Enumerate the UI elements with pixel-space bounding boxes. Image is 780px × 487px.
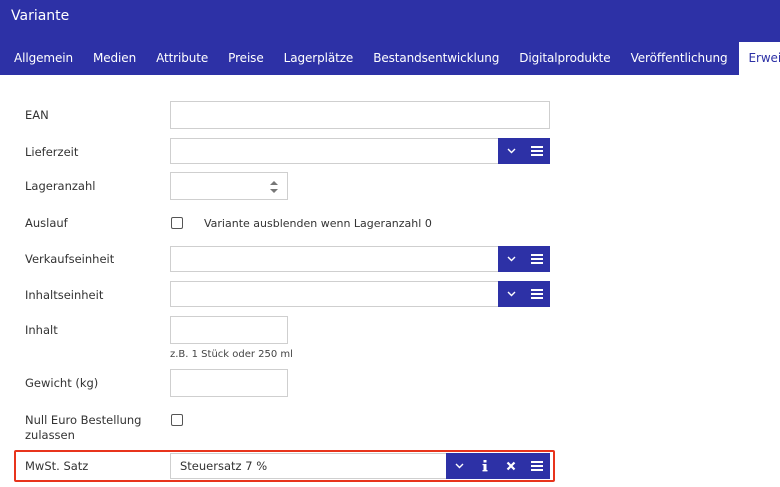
tab-bar: Allgemein Medien Attribute Preise Lagerp… bbox=[4, 42, 780, 75]
tab-lagerplaetze[interactable]: Lagerplätze bbox=[274, 42, 364, 75]
auslauf-label: Auslauf bbox=[25, 216, 68, 230]
list-icon bbox=[531, 289, 543, 299]
list-icon bbox=[531, 254, 543, 264]
auslauf-checkbox-label: Variante ausblenden wenn Lageranzahl 0 bbox=[204, 217, 432, 230]
inhalt-hint: z.B. 1 Stück oder 250 ml bbox=[170, 349, 293, 360]
lieferzeit-list-button[interactable] bbox=[524, 138, 550, 164]
verkaufseinheit-select[interactable] bbox=[170, 246, 550, 272]
lieferzeit-label: Lieferzeit bbox=[25, 145, 79, 159]
lageranzahl-label: Lageranzahl bbox=[25, 179, 96, 193]
inhalt-input[interactable] bbox=[170, 316, 288, 344]
null-euro-checkbox[interactable] bbox=[171, 414, 183, 426]
null-euro-label-line1: Null Euro Bestellung bbox=[25, 413, 142, 427]
list-icon bbox=[531, 146, 543, 156]
mwst-value: Steuersatz 7 % bbox=[180, 459, 268, 473]
close-icon bbox=[506, 461, 516, 471]
chevron-down-icon bbox=[507, 256, 515, 262]
inhalt-label: Inhalt bbox=[25, 323, 58, 337]
tab-preise[interactable]: Preise bbox=[218, 42, 273, 75]
verkaufseinheit-list-button[interactable] bbox=[524, 246, 550, 272]
mwst-select[interactable]: Steuersatz 7 % bbox=[170, 453, 550, 479]
tab-veroeffentlichung[interactable]: Veröffentlichung bbox=[621, 42, 738, 75]
inhaltseinheit-dropdown-button[interactable] bbox=[498, 281, 524, 307]
inhaltseinheit-select[interactable] bbox=[170, 281, 550, 307]
ean-input[interactable] bbox=[170, 101, 550, 129]
mwst-info-button[interactable] bbox=[472, 453, 498, 479]
inhaltseinheit-list-button[interactable] bbox=[524, 281, 550, 307]
list-icon bbox=[531, 461, 543, 471]
inhaltseinheit-label: Inhaltseinheit bbox=[25, 288, 104, 302]
tab-digitalprodukte[interactable]: Digitalprodukte bbox=[509, 42, 620, 75]
auslauf-checkbox[interactable] bbox=[171, 217, 183, 229]
lieferzeit-select[interactable] bbox=[170, 138, 550, 164]
tab-attribute[interactable]: Attribute bbox=[146, 42, 218, 75]
gewicht-input[interactable] bbox=[170, 369, 288, 397]
tab-bestandsentwicklung[interactable]: Bestandsentwicklung bbox=[363, 42, 509, 75]
mwst-list-button[interactable] bbox=[524, 453, 550, 479]
mwst-dropdown-button[interactable] bbox=[446, 453, 472, 479]
verkaufseinheit-label: Verkaufseinheit bbox=[25, 252, 115, 266]
stepper-icon[interactable] bbox=[269, 179, 279, 195]
tab-allgemein[interactable]: Allgemein bbox=[4, 42, 83, 75]
mwst-clear-button[interactable] bbox=[498, 453, 524, 479]
chevron-down-icon bbox=[507, 148, 515, 154]
chevron-down-icon bbox=[455, 463, 463, 469]
window-header: Variante Allgemein Medien Attribute Prei… bbox=[0, 0, 780, 75]
info-icon bbox=[482, 460, 488, 472]
tab-medien[interactable]: Medien bbox=[83, 42, 146, 75]
window-title: Variante bbox=[11, 8, 70, 24]
tab-erweitert[interactable]: Erweitert bbox=[738, 42, 780, 75]
mwst-label: MwSt. Satz bbox=[25, 459, 89, 473]
verkaufseinheit-dropdown-button[interactable] bbox=[498, 246, 524, 272]
chevron-down-icon bbox=[507, 291, 515, 297]
gewicht-label: Gewicht (kg) bbox=[25, 376, 99, 390]
lageranzahl-input[interactable] bbox=[170, 172, 288, 200]
ean-label: EAN bbox=[25, 108, 49, 122]
lieferzeit-dropdown-button[interactable] bbox=[498, 138, 524, 164]
null-euro-label-line2: zulassen bbox=[25, 428, 75, 442]
